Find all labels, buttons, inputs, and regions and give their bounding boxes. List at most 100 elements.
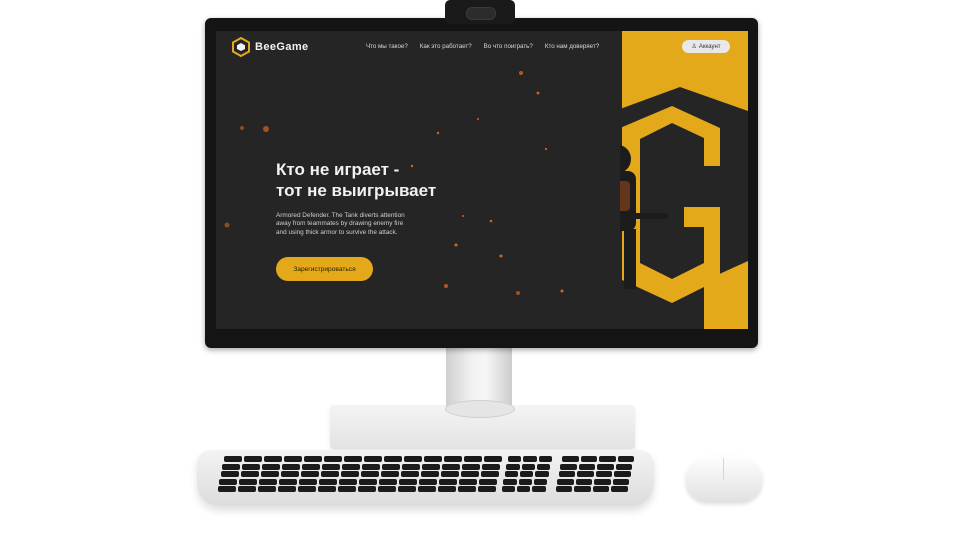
keyboard-key [521, 463, 536, 470]
keyboard-key [535, 471, 549, 477]
keyboard-key [611, 486, 628, 492]
keyboard-key [460, 471, 479, 477]
nav-item-trust[interactable]: Кто нам доверяет? [545, 43, 599, 50]
keyboard-key [612, 478, 630, 485]
mouse-button-divider [723, 458, 724, 480]
keyboard-key [520, 471, 534, 477]
keyboard-key [244, 456, 262, 462]
keyboard-key [464, 456, 482, 462]
keyboard-key [617, 456, 634, 462]
keyboard-key [597, 463, 614, 470]
keyboard-key [422, 463, 441, 470]
keyboard-key [477, 486, 496, 492]
user-icon: ♙ [691, 44, 697, 50]
keyboard-key [397, 486, 416, 492]
brand-name: BeeGame [255, 41, 309, 53]
keyboard-key [344, 456, 362, 462]
webcam-lens [466, 7, 496, 20]
nav-item-games[interactable]: Во что поиграть? [484, 43, 533, 50]
keyboard-key [342, 463, 361, 470]
keyboard-key [518, 478, 532, 485]
keyboard-key [360, 471, 379, 477]
keyboard-key [280, 471, 299, 477]
keyboard-key [516, 486, 531, 492]
keyboard-key [417, 486, 436, 492]
hero-title-line2: тот не выигрывает [276, 181, 437, 200]
keyboard-key [457, 486, 476, 492]
keyboard-key [257, 486, 276, 492]
hexagon-logo-icon [232, 37, 250, 57]
keyboard-key [575, 478, 593, 485]
hero-description: Armored Defender. The Tank diverts atten… [276, 212, 405, 236]
keyboard-key [319, 478, 338, 485]
keyboard-key [599, 456, 616, 462]
keyboard-key [299, 478, 318, 485]
keyboard-key [577, 471, 594, 477]
monitor-stand-collar [445, 400, 515, 418]
keyboard-key [503, 478, 517, 485]
keyboard-key [340, 471, 359, 477]
keyboard-key [506, 463, 520, 470]
keyboard-key [240, 471, 259, 477]
keyboard-key [558, 471, 576, 477]
hero-title: Кто не играет - тот не выигрывает [276, 159, 466, 201]
keyboard-key [508, 456, 522, 462]
keyboard-key [377, 486, 396, 492]
keyboard-key [284, 456, 302, 462]
hero-title-line1: Кто не играет - [276, 160, 400, 179]
keyboard-key [437, 486, 456, 492]
keyboard-key [224, 456, 242, 462]
keyboard-key [538, 456, 552, 462]
keyboard-key [300, 471, 319, 477]
keyboard-key [239, 478, 258, 485]
keyboard-key [259, 478, 278, 485]
keyboard-key [440, 471, 459, 477]
keyboard-key [304, 456, 322, 462]
register-button[interactable]: Зарегистрироваться [276, 257, 373, 281]
nav-item-what[interactable]: Что мы такое? [366, 43, 408, 50]
keyboard-key [532, 486, 546, 492]
keyboard-key [595, 471, 613, 477]
keyboard-key [592, 486, 610, 492]
keyboard-key [523, 456, 537, 462]
keyboard-key [364, 456, 382, 462]
keyboard-key [420, 471, 439, 477]
keyboard-key [404, 456, 422, 462]
keyboard-key [480, 471, 499, 477]
keyboard-key [484, 456, 502, 462]
keyboard-key [462, 463, 481, 470]
keyboard-key [337, 486, 356, 492]
keyboard-key [217, 486, 236, 492]
keyboard-key [459, 478, 478, 485]
keyboard-key [302, 463, 321, 470]
keyboard-key [320, 471, 339, 477]
keyboard-key [479, 478, 498, 485]
account-button[interactable]: ♙ Аккаунт [682, 40, 730, 53]
keyboard-key [580, 456, 597, 462]
keyboard-key [439, 478, 458, 485]
keyboard-key [615, 463, 633, 470]
keyboard-key [262, 463, 281, 470]
keyboard-key [220, 471, 239, 477]
monitor-stand-neck [446, 346, 512, 406]
keyboard-key [402, 463, 421, 470]
keyboard-key [362, 463, 381, 470]
keyboard-key [382, 463, 401, 470]
keyboard-key [357, 486, 376, 492]
keyboard-key [442, 463, 461, 470]
keyboard-key [282, 463, 301, 470]
keyboard-key [504, 471, 519, 477]
keyboard-key [380, 471, 399, 477]
keyboard-key [384, 456, 402, 462]
nav-item-how[interactable]: Как это работает? [420, 43, 472, 50]
hero-emblem [620, 31, 748, 329]
brand-logo[interactable]: BeeGame [232, 37, 309, 57]
keyboard-key [317, 486, 336, 492]
keyboard-key [399, 478, 418, 485]
keyboard-key [279, 478, 298, 485]
keyboard-key [242, 463, 261, 470]
keyboard-key [594, 478, 611, 485]
keyboard-key [322, 463, 341, 470]
keyboard-key [400, 471, 419, 477]
keyboard-key [574, 486, 591, 492]
